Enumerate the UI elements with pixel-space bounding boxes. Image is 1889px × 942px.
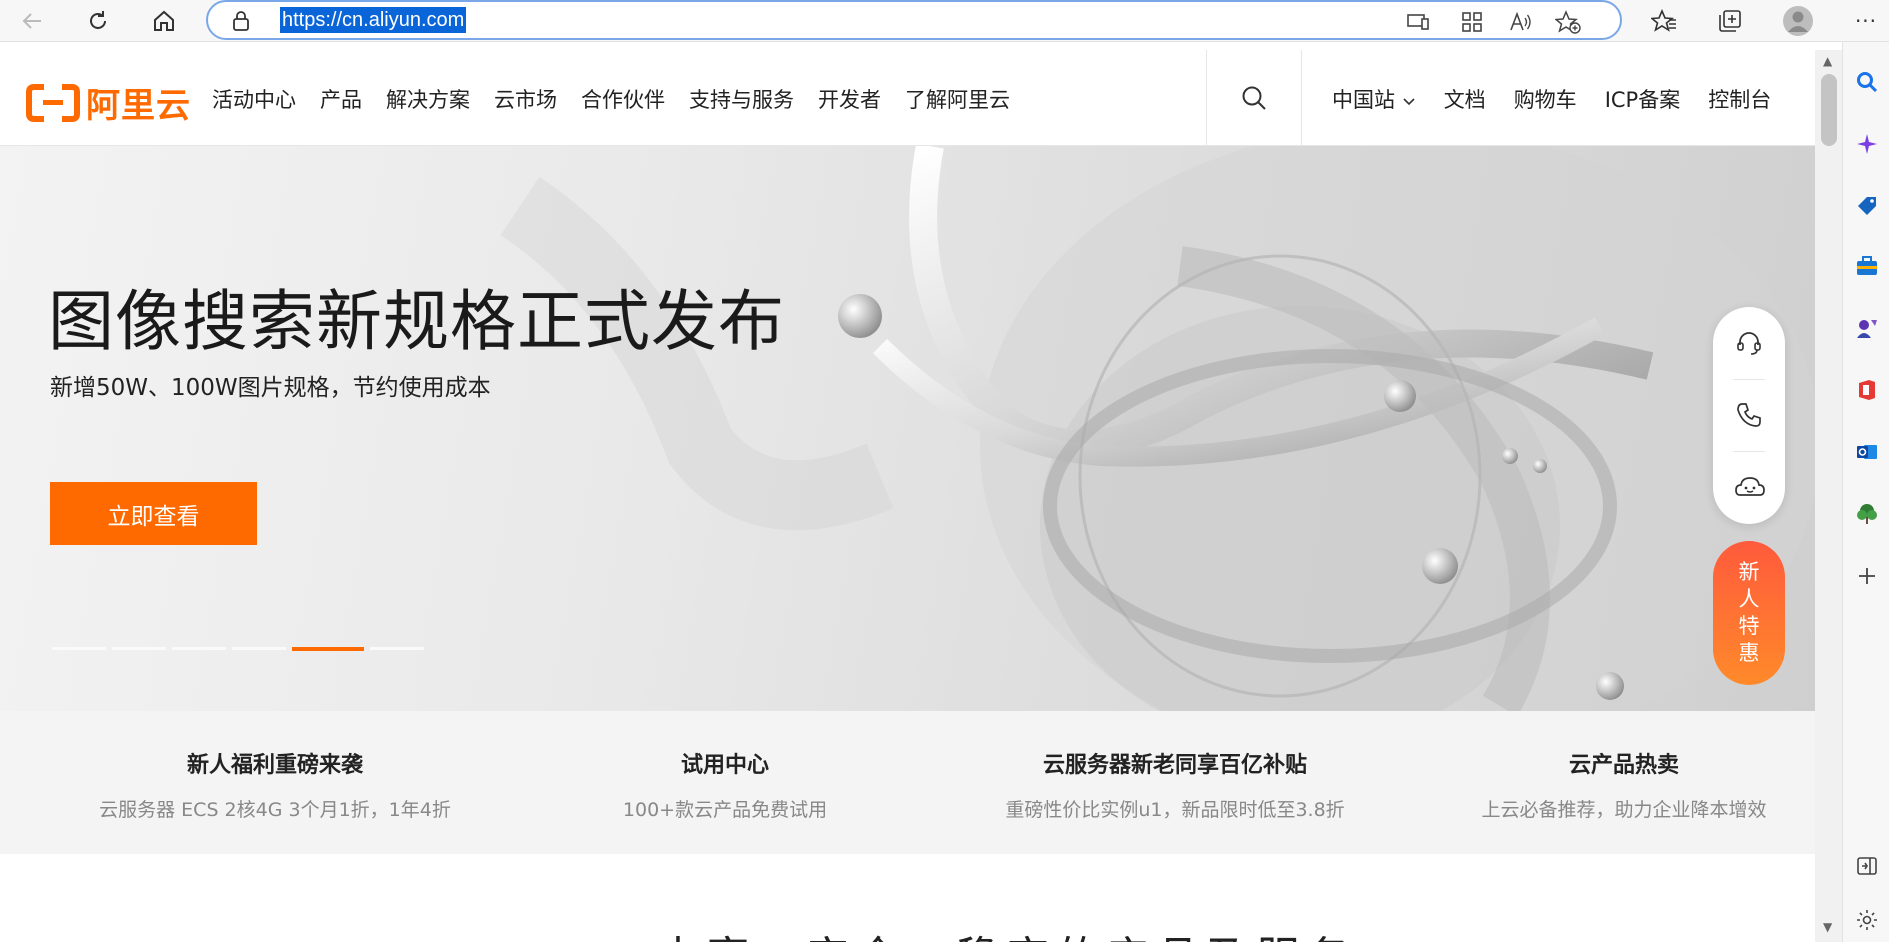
carousel-dot[interactable] [370, 647, 424, 650]
cart-link[interactable]: 购物车 [1514, 84, 1577, 114]
hero-artwork [500, 146, 1815, 711]
docs-link[interactable]: 文档 [1444, 84, 1486, 114]
aliyun-logo-icon [26, 83, 80, 122]
device-icon[interactable] [1404, 8, 1432, 36]
hero-subtitle: 新增50W、100W图片规格，节约使用成本 [50, 375, 491, 401]
right-nav: 中国站 文档 购物车 ICP备案 控制台 [1332, 84, 1771, 114]
headset-icon[interactable] [1735, 329, 1763, 357]
more-menu-icon[interactable]: ··· [1850, 5, 1882, 37]
info-card-title: 新人福利重磅来袭 [186, 753, 363, 778]
nav-item-solutions[interactable]: 解决方案 [386, 84, 470, 114]
settings-gear-icon[interactable] [1853, 906, 1881, 934]
logo-text: 阿里云 [86, 86, 191, 126]
lock-icon[interactable] [232, 11, 250, 35]
games-icon[interactable] [1853, 314, 1881, 342]
carousel-dot-active[interactable] [292, 647, 364, 651]
info-card-desc: 重磅性价比实例u1，新品限时低至3.8折 [1005, 799, 1345, 821]
phone-icon[interactable] [1735, 401, 1763, 429]
search-icon[interactable] [1240, 84, 1268, 112]
add-icon[interactable] [1853, 562, 1881, 590]
nav-item-activity[interactable]: 活动中心 [212, 84, 296, 114]
info-card[interactable]: 云服务器新老同享百亿补贴 重磅性价比实例u1，新品限时低至3.8折 [990, 747, 1360, 822]
chatbot-icon[interactable] [1735, 473, 1765, 501]
address-bar[interactable]: https://cn.aliyun.com [206, 0, 1622, 40]
chevron-down-icon [1403, 98, 1415, 106]
info-card-desc: 100+款云产品免费试用 [622, 799, 828, 821]
office-icon[interactable] [1853, 376, 1881, 404]
site-header: 阿里云 活动中心 产品 解决方案 云市场 合作伙伴 支持与服务 开发者 了解阿里… [0, 50, 1815, 146]
floating-service-widget [1713, 307, 1785, 524]
icp-link[interactable]: ICP备案 [1605, 84, 1681, 114]
info-card-title: 云产品热卖 [1568, 753, 1679, 778]
promo-char: 人 [1738, 587, 1760, 611]
header-divider [1301, 50, 1302, 146]
hero-banner[interactable]: 图像搜索新规格正式发布 新增50W、100W图片规格，节约使用成本 立即查看 [0, 146, 1815, 711]
scrollbar-thumb[interactable] [1821, 74, 1837, 146]
info-card-title: 试用中心 [680, 753, 769, 778]
add-favorite-icon[interactable] [1554, 8, 1582, 36]
browser-toolbar: https://cn.aliyun.com ··· [0, 0, 1889, 42]
browser-sidebar [1842, 42, 1889, 942]
main-nav: 活动中心 产品 解决方案 云市场 合作伙伴 支持与服务 开发者 了解阿里云 [212, 84, 1010, 114]
nav-item-products[interactable]: 产品 [320, 84, 362, 114]
widget-divider [1733, 379, 1765, 380]
apps-icon[interactable] [1458, 8, 1486, 36]
promo-info-strip: 新人福利重磅来袭 云服务器 ECS 2核4G 3个月1折，1年4折 试用中心 1… [0, 711, 1815, 854]
nav-item-partners[interactable]: 合作伙伴 [581, 84, 665, 114]
scroll-down-icon[interactable]: ▼ [1823, 920, 1832, 934]
profile-avatar-icon[interactable] [1782, 5, 1814, 37]
nav-item-developers[interactable]: 开发者 [818, 84, 881, 114]
back-icon[interactable] [16, 5, 48, 37]
region-selector[interactable]: 中国站 [1332, 84, 1416, 114]
widget-divider [1733, 451, 1765, 452]
nav-item-about[interactable]: 了解阿里云 [905, 84, 1010, 114]
carousel-dot[interactable] [112, 647, 166, 650]
aliyun-logo[interactable]: 阿里云 [26, 78, 191, 127]
home-icon[interactable] [148, 5, 180, 37]
copilot-icon[interactable] [1853, 130, 1881, 158]
tools-icon[interactable] [1853, 252, 1881, 280]
info-card[interactable]: 云产品热卖 上云必备推荐，助力企业降本增效 [1466, 747, 1782, 822]
info-card[interactable]: 试用中心 100+款云产品免费试用 [594, 747, 856, 822]
favorites-icon[interactable] [1648, 5, 1680, 37]
sidebar-toggle-icon[interactable] [1853, 852, 1881, 880]
header-divider [1206, 50, 1207, 146]
console-link[interactable]: 控制台 [1708, 84, 1771, 114]
url-text[interactable]: https://cn.aliyun.com [280, 7, 467, 33]
info-card[interactable]: 新人福利重磅来袭 云服务器 ECS 2核4G 3个月1折，1年4折 [86, 747, 464, 822]
refresh-icon[interactable] [82, 5, 114, 37]
scroll-up-icon[interactable]: ▲ [1823, 54, 1832, 68]
info-card-title: 云服务器新老同享百亿补贴 [1042, 753, 1307, 778]
carousel-indicators [52, 647, 424, 651]
promo-char: 惠 [1738, 641, 1760, 665]
new-user-promo-badge[interactable]: 新 人 特 惠 [1713, 541, 1785, 685]
search-icon[interactable] [1853, 68, 1881, 96]
shopping-tag-icon[interactable] [1853, 192, 1881, 220]
products-section: 丰富、安全、稳定的产品及服务 [0, 854, 1815, 942]
nav-item-marketplace[interactable]: 云市场 [494, 84, 557, 114]
collections-icon[interactable] [1714, 5, 1746, 37]
hero-title: 图像搜索新规格正式发布 [48, 283, 785, 360]
region-label: 中国站 [1332, 88, 1395, 112]
promo-char: 新 [1738, 560, 1760, 584]
page-scrollbar[interactable]: ▲ ▼ [1815, 50, 1842, 942]
nav-item-support[interactable]: 支持与服务 [689, 84, 794, 114]
promo-char: 特 [1738, 614, 1760, 638]
tree-icon[interactable] [1853, 500, 1881, 528]
view-now-button[interactable]: 立即查看 [50, 482, 257, 545]
carousel-dot[interactable] [172, 647, 226, 650]
read-aloud-icon[interactable] [1506, 8, 1534, 36]
outlook-icon[interactable] [1853, 438, 1881, 466]
info-card-desc: 上云必备推荐，助力企业降本增效 [1481, 799, 1767, 821]
section-heading: 丰富、安全、稳定的产品及服务 [656, 922, 1356, 942]
info-card-desc: 云服务器 ECS 2核4G 3个月1折，1年4折 [99, 799, 451, 821]
carousel-dot[interactable] [52, 647, 106, 650]
carousel-dot[interactable] [232, 647, 286, 650]
